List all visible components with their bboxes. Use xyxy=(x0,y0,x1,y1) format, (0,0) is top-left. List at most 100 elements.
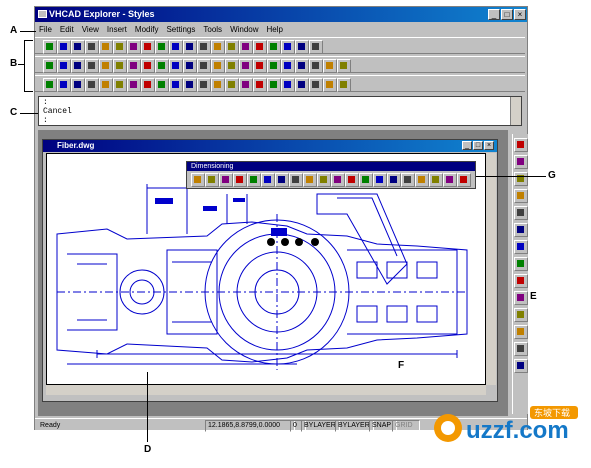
tb1-tool-button[interactable] xyxy=(127,40,141,54)
floattb-tool-button[interactable] xyxy=(275,173,289,187)
floattb-tool-button[interactable] xyxy=(191,173,205,187)
view-tool-button[interactable] xyxy=(514,359,528,373)
tb3-tool-button[interactable] xyxy=(225,78,239,92)
view-tool-button[interactable] xyxy=(514,189,528,203)
menu-tools[interactable]: Tools xyxy=(203,23,222,36)
tb2-tool-button[interactable] xyxy=(253,59,267,73)
tb3-tool-button[interactable] xyxy=(323,78,337,92)
tb2-tool-button[interactable] xyxy=(43,59,57,73)
tb3-tool-button[interactable] xyxy=(239,78,253,92)
command-scrollbar[interactable] xyxy=(510,97,521,125)
tb2-tool-button[interactable] xyxy=(71,59,85,73)
floattb-tool-button[interactable] xyxy=(457,173,471,187)
tb3-tool-button[interactable] xyxy=(99,78,113,92)
floattb-tool-button[interactable] xyxy=(233,173,247,187)
tb1-tool-button[interactable] xyxy=(267,40,281,54)
menu-settings[interactable]: Settings xyxy=(166,23,195,36)
tb1-tool-button[interactable] xyxy=(141,40,155,54)
floattb-tool-button[interactable] xyxy=(205,173,219,187)
view-tool-button[interactable] xyxy=(514,172,528,186)
tb2-tool-button[interactable] xyxy=(57,59,71,73)
tb1-tool-button[interactable] xyxy=(225,40,239,54)
menu-file[interactable]: File xyxy=(39,23,52,36)
maximize-button[interactable]: □ xyxy=(501,9,513,20)
floattb-tool-button[interactable] xyxy=(415,173,429,187)
tb2-tool-button[interactable] xyxy=(225,59,239,73)
tb1-tool-button[interactable] xyxy=(155,40,169,54)
tb3-tool-button[interactable] xyxy=(267,78,281,92)
tb2-tool-button[interactable] xyxy=(113,59,127,73)
view-tool-button[interactable] xyxy=(514,155,528,169)
tb3-tool-button[interactable] xyxy=(127,78,141,92)
tb2-tool-button[interactable] xyxy=(309,59,323,73)
menu-window[interactable]: Window xyxy=(230,23,258,36)
tb1-tool-button[interactable] xyxy=(183,40,197,54)
floattb-tool-button[interactable] xyxy=(443,173,457,187)
drawing-title-bar[interactable]: Fiber.dwg xyxy=(43,140,497,152)
tb1-tool-button[interactable] xyxy=(99,40,113,54)
floattb-tool-button[interactable] xyxy=(359,173,373,187)
drawing-minimize-button[interactable]: _ xyxy=(462,141,472,150)
floattb-tool-button[interactable] xyxy=(317,173,331,187)
tb3-tool-button[interactable] xyxy=(71,78,85,92)
tb2-tool-button[interactable] xyxy=(85,59,99,73)
floattb-tool-button[interactable] xyxy=(247,173,261,187)
tb1-tool-button[interactable] xyxy=(43,40,57,54)
view-tool-button[interactable] xyxy=(514,257,528,271)
tb3-tool-button[interactable] xyxy=(337,78,351,92)
tb3-tool-button[interactable] xyxy=(211,78,225,92)
app-icon[interactable] xyxy=(38,10,47,18)
tb1-tool-button[interactable] xyxy=(71,40,85,54)
close-button[interactable]: × xyxy=(514,9,526,20)
menu-view[interactable]: View xyxy=(82,23,99,36)
view-tool-button[interactable] xyxy=(514,138,528,152)
tb2-tool-button[interactable] xyxy=(197,59,211,73)
tb2-tool-button[interactable] xyxy=(295,59,309,73)
view-tool-button[interactable] xyxy=(514,325,528,339)
floattb-tool-button[interactable] xyxy=(373,173,387,187)
tb3-tool-button[interactable] xyxy=(169,78,183,92)
tb3-tool-button[interactable] xyxy=(43,78,57,92)
status-grid[interactable]: GRID xyxy=(392,420,420,432)
tb2-tool-button[interactable] xyxy=(169,59,183,73)
view-tool-button[interactable] xyxy=(514,308,528,322)
tb2-tool-button[interactable] xyxy=(211,59,225,73)
tb1-tool-button[interactable] xyxy=(113,40,127,54)
tb2-tool-button[interactable] xyxy=(127,59,141,73)
menu-help[interactable]: Help xyxy=(267,23,283,36)
command-line[interactable]: : Cancel : xyxy=(38,96,522,126)
tb1-tool-button[interactable] xyxy=(85,40,99,54)
tb3-tool-button[interactable] xyxy=(141,78,155,92)
tb3-tool-button[interactable] xyxy=(155,78,169,92)
view-tool-button[interactable] xyxy=(514,206,528,220)
tb1-tool-button[interactable] xyxy=(57,40,71,54)
floattb-tool-button[interactable] xyxy=(219,173,233,187)
tb1-tool-button[interactable] xyxy=(211,40,225,54)
drawing-maximize-button[interactable]: □ xyxy=(473,141,483,150)
tb3-tool-button[interactable] xyxy=(309,78,323,92)
tb2-tool-button[interactable] xyxy=(281,59,295,73)
tb3-tool-button[interactable] xyxy=(183,78,197,92)
tb1-tool-button[interactable] xyxy=(295,40,309,54)
floattb-tool-button[interactable] xyxy=(345,173,359,187)
floattb-tool-button[interactable] xyxy=(303,173,317,187)
view-tool-button[interactable] xyxy=(514,223,528,237)
drawing-horizontal-scrollbar[interactable] xyxy=(46,385,486,395)
menu-edit[interactable]: Edit xyxy=(60,23,74,36)
tb2-tool-button[interactable] xyxy=(323,59,337,73)
tb2-tool-button[interactable] xyxy=(337,59,351,73)
tb1-tool-button[interactable] xyxy=(281,40,295,54)
view-tool-button[interactable] xyxy=(514,342,528,356)
view-tool-button[interactable] xyxy=(514,291,528,305)
floattb-tool-button[interactable] xyxy=(401,173,415,187)
drawing-vertical-scrollbar[interactable] xyxy=(486,153,496,385)
tb3-tool-button[interactable] xyxy=(281,78,295,92)
tb1-tool-button[interactable] xyxy=(309,40,323,54)
menu-modify[interactable]: Modify xyxy=(135,23,159,36)
floattb-tool-button[interactable] xyxy=(289,173,303,187)
tb2-tool-button[interactable] xyxy=(267,59,281,73)
minimize-button[interactable]: _ xyxy=(488,9,500,20)
tb2-tool-button[interactable] xyxy=(99,59,113,73)
floattb-tool-button[interactable] xyxy=(261,173,275,187)
view-tool-button[interactable] xyxy=(514,274,528,288)
